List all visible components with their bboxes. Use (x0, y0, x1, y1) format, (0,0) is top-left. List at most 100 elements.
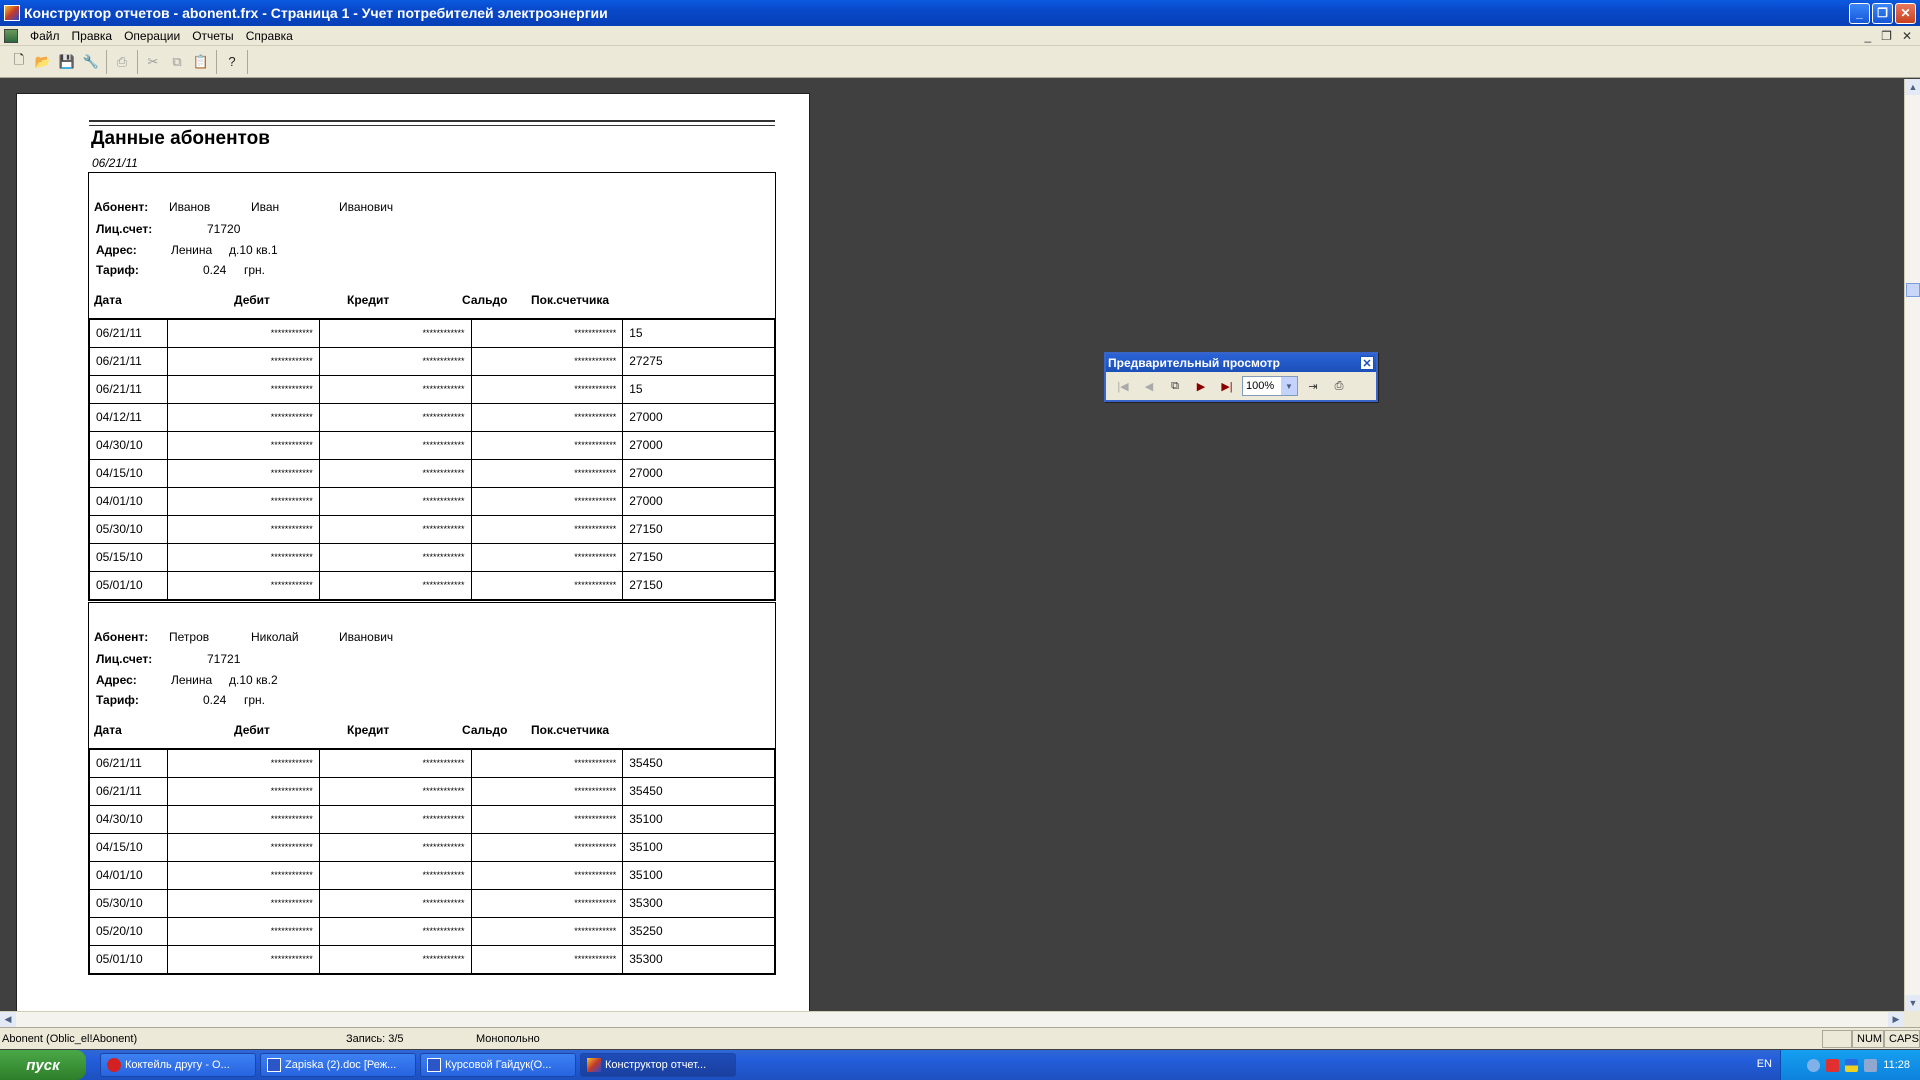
cell-meter: 35100 (622, 860, 775, 890)
currency: грн. (244, 263, 266, 277)
title-rule-thin (89, 125, 775, 126)
table-row: 05/30/10 ************ ************ ********… (89, 888, 775, 918)
scroll-right-icon[interactable]: ▶ (1888, 1012, 1904, 1027)
doc-minimize-icon[interactable]: _ (1864, 29, 1871, 43)
cell-debit: ************ (167, 486, 320, 516)
cell-credit: ************ (318, 748, 472, 778)
cell-date: 05/15/10 (89, 542, 168, 572)
horizontal-scrollbar[interactable]: ◀ ▶ (0, 1011, 1904, 1027)
table-row: 04/01/10 ************ ************ ********… (89, 486, 775, 516)
tariff-value: 0.24 (203, 693, 227, 707)
language-indicator[interactable]: EN (1757, 1058, 1772, 1070)
abonent-label: Абонент: (94, 630, 149, 644)
print-icon[interactable]: ⎙ (111, 51, 133, 73)
zoom-select[interactable]: 100% ▼ (1242, 376, 1298, 396)
cell-date: 04/01/10 (89, 860, 168, 890)
start-button[interactable]: пуск (0, 1050, 86, 1080)
cell-meter: 35100 (622, 804, 775, 834)
cell-meter: 27150 (622, 514, 775, 544)
open-folder-icon[interactable]: 📂 (32, 51, 54, 73)
cell-saldo: ************ (470, 318, 624, 348)
maximize-button[interactable]: ❐ (1872, 2, 1893, 24)
cut-icon[interactable]: ✂ (142, 51, 164, 73)
scroll-up-icon[interactable]: ▲ (1905, 79, 1920, 95)
cell-meter: 15 (622, 318, 775, 348)
table-row: 06/21/11 ************ ************ ********… (89, 318, 775, 348)
copy-icon[interactable]: ⧉ (166, 51, 188, 73)
flag-icon[interactable] (1845, 1058, 1859, 1072)
menu-help[interactable]: Справка (240, 29, 299, 43)
title-rule (89, 120, 775, 122)
cell-debit: ************ (167, 542, 320, 572)
taskbar-item-report-designer[interactable]: Конструктор отчет... (580, 1053, 736, 1077)
cell-credit: ************ (318, 542, 472, 572)
header-meter: Пок.счетчика (531, 723, 610, 737)
tariff-value: 0.24 (203, 263, 227, 277)
cell-date: 06/21/11 (89, 318, 168, 348)
task-label: Коктейль другу - О... (125, 1059, 230, 1071)
scroll-corner (1904, 1011, 1920, 1027)
vertical-scrollbar[interactable]: ▲ ▼ (1904, 79, 1920, 1011)
scroll-down-icon[interactable]: ▼ (1905, 995, 1920, 1011)
menu-operations[interactable]: Операции (118, 29, 186, 43)
table-row: 06/21/11 ************ ************ ********… (89, 776, 775, 806)
cell-credit: ************ (318, 776, 472, 806)
cell-saldo: ************ (470, 514, 624, 544)
table-row: 05/01/10 ************ ************ ********… (89, 944, 775, 974)
doc-restore-icon[interactable]: ❐ (1881, 29, 1892, 43)
cell-meter: 35250 (622, 916, 775, 946)
preview-area[interactable]: Данные абонентов 06/21/11 Абонент: Ивано… (0, 79, 1904, 1011)
first-name: Николай (251, 630, 299, 644)
help-icon[interactable]: ? (221, 51, 243, 73)
system-tray: 11:28 (1780, 1050, 1920, 1080)
preview-toolbar-title: Предварительный просмотр (1108, 356, 1280, 370)
print-icon[interactable]: ⎙ (1328, 376, 1350, 396)
taskbar-item-coursework[interactable]: Курсовой Гайдук(О... (420, 1053, 576, 1077)
go-to-page-icon[interactable]: ⧉ (1164, 376, 1186, 396)
cell-date: 04/15/10 (89, 832, 168, 862)
paste-icon[interactable]: 📋 (190, 51, 212, 73)
preview-toolbar[interactable]: Предварительный просмотр ✕ |◀ ◀ ⧉ ▶ ▶| 1… (1104, 352, 1378, 402)
network-icon[interactable] (1864, 1058, 1878, 1072)
close-icon[interactable]: ✕ (1360, 356, 1374, 370)
report-title: Данные абонентов (91, 128, 270, 149)
cell-meter: 27000 (622, 430, 775, 460)
taskbar-item-word[interactable]: Zapiska (2).doc [Реж... (260, 1053, 416, 1077)
minimize-button[interactable]: _ (1849, 2, 1870, 24)
table-row: 04/12/11 ************ ************ ********… (89, 402, 775, 432)
table-row: 04/15/10 ************ ************ ********… (89, 832, 775, 862)
clock: 11:28 (1883, 1059, 1910, 1071)
next-page-icon[interactable]: ▶ (1190, 376, 1212, 396)
cell-date: 06/21/11 (89, 374, 168, 404)
antivirus-icon[interactable] (1826, 1058, 1840, 1072)
cell-debit: ************ (167, 804, 320, 834)
tariff-label: Тариф: (96, 693, 139, 707)
cell-saldo: ************ (470, 748, 624, 778)
table-row: 05/15/10 ************ ************ ********… (89, 542, 775, 572)
subscriber-block: Абонент: Иванов Иван Иванович Лиц.счет: … (88, 172, 776, 601)
cell-credit: ************ (318, 570, 472, 600)
cell-credit: ************ (318, 944, 472, 974)
scroll-thumb[interactable] (1906, 283, 1920, 297)
back-icon[interactable] (1807, 1058, 1821, 1072)
last-page-icon[interactable]: ▶| (1216, 376, 1238, 396)
menu-reports[interactable]: Отчеты (186, 29, 239, 43)
exit-preview-icon[interactable]: ⇥ (1302, 376, 1324, 396)
doc-close-icon[interactable]: ✕ (1902, 29, 1912, 43)
first-page-icon[interactable]: |◀ (1112, 376, 1134, 396)
previous-page-icon[interactable]: ◀ (1138, 376, 1160, 396)
scroll-left-icon[interactable]: ◀ (0, 1012, 16, 1027)
wrench-icon[interactable]: 🔧 (80, 51, 102, 73)
menu-file[interactable]: Файл (24, 29, 66, 43)
save-icon[interactable]: 💾 (56, 51, 78, 73)
taskbar-item-opera[interactable]: Коктейль другу - О... (100, 1053, 256, 1077)
cell-meter: 27000 (622, 486, 775, 516)
chevron-down-icon[interactable]: ▼ (1281, 377, 1297, 395)
cell-debit: ************ (167, 776, 320, 806)
street: Ленина (171, 673, 213, 687)
new-file-icon[interactable]: 🗋 (8, 51, 30, 73)
close-button[interactable]: ✕ (1895, 2, 1916, 24)
task-label: Конструктор отчет... (605, 1059, 707, 1071)
cell-debit: ************ (167, 458, 320, 488)
menu-edit[interactable]: Правка (66, 29, 119, 43)
